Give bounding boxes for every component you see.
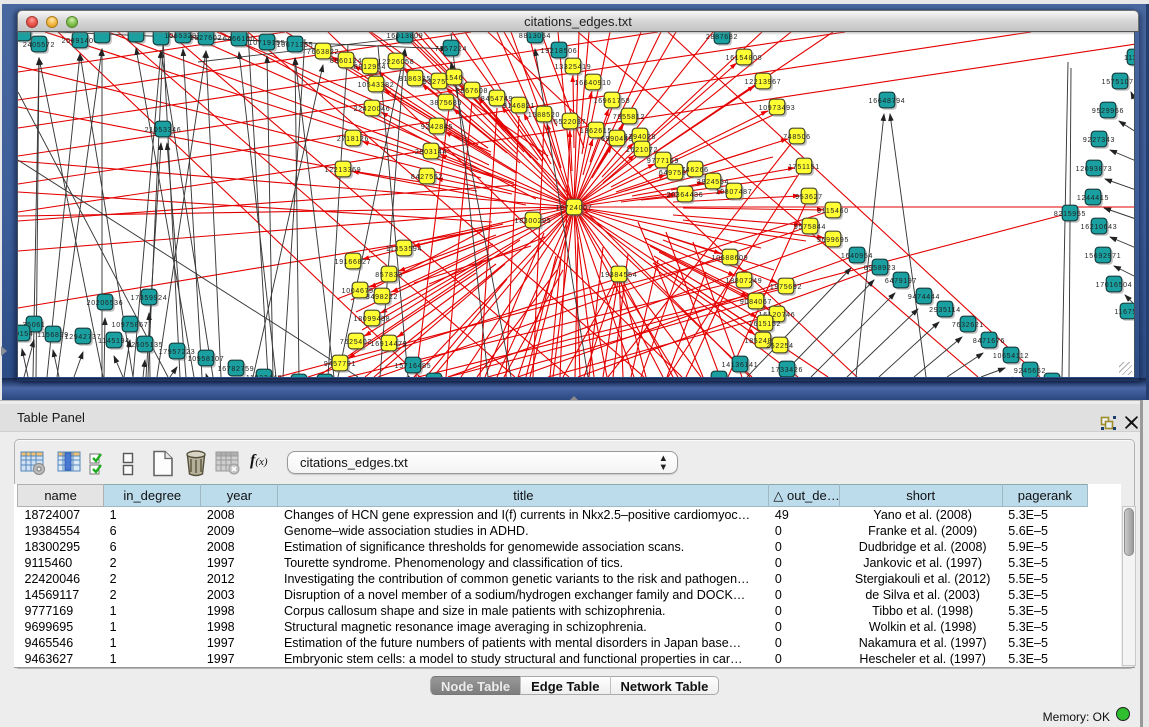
svg-text:7857224: 7857224 <box>435 46 467 53</box>
svg-text:8427552: 8427552 <box>411 174 443 181</box>
svg-text:252254: 252254 <box>766 343 794 350</box>
svg-text:16782759: 16782759 <box>218 366 255 373</box>
svg-text:116753: 116753 <box>1114 309 1135 316</box>
svg-text:19166827: 19166827 <box>335 259 372 266</box>
svg-text:7663822: 7663822 <box>307 49 339 56</box>
svg-text:2935114: 2935114 <box>929 307 961 314</box>
svg-text:8215955: 8215955 <box>1054 211 1086 218</box>
svg-text:12942737: 12942737 <box>65 334 102 341</box>
svg-text:9146821: 9146821 <box>503 103 535 110</box>
svg-text:1621072: 1621072 <box>626 147 658 154</box>
svg-text:748506: 748506 <box>783 134 811 141</box>
svg-text:16640910: 16640910 <box>575 80 612 87</box>
svg-text:1733426: 1733426 <box>771 367 803 374</box>
svg-text:9699695: 9699695 <box>817 237 849 244</box>
svg-text:11353594: 11353594 <box>386 246 422 253</box>
svg-text:12226058: 12226058 <box>378 59 415 66</box>
svg-text:15716485: 15716485 <box>395 363 432 370</box>
svg-text:5522037: 5522037 <box>554 119 586 126</box>
svg-text:1975692: 1975692 <box>770 284 802 291</box>
svg-text:17016504: 17016504 <box>1096 282 1133 289</box>
svg-text:1546: 1546 <box>445 75 463 82</box>
svg-text:3498222: 3498222 <box>366 294 398 301</box>
svg-text:16648794: 16648794 <box>869 98 906 105</box>
svg-text:22420046: 22420046 <box>354 106 391 113</box>
svg-text:10975867: 10975867 <box>112 322 149 329</box>
svg-text:12213369: 12213369 <box>325 167 362 174</box>
svg-text:15692971: 15692971 <box>1085 253 1122 260</box>
svg-text:746266: 746266 <box>681 167 709 174</box>
svg-text:17359924: 17359924 <box>131 295 168 302</box>
svg-text:9529966: 9529966 <box>1092 108 1124 115</box>
svg-text:19384554: 19384554 <box>601 272 638 279</box>
svg-text:15751074: 15751074 <box>1102 79 1135 86</box>
svg-text:18099488: 18099488 <box>354 316 391 323</box>
svg-text:9245652: 9245652 <box>1014 368 1046 375</box>
svg-text:9575844: 9575844 <box>794 224 826 231</box>
svg-text:953627: 953627 <box>795 194 823 201</box>
svg-text:18724007: 18724007 <box>556 205 593 212</box>
svg-text:8454749: 8454749 <box>481 96 513 103</box>
svg-text:10973493: 10973493 <box>759 105 796 112</box>
svg-text:10688609: 10688609 <box>712 255 749 262</box>
svg-text:2718126: 2718126 <box>337 136 369 143</box>
svg-text:16210643: 16210643 <box>1081 224 1118 231</box>
svg-text:3824554: 3824554 <box>697 179 729 186</box>
svg-text:11123: 11123 <box>1124 55 1135 62</box>
svg-text:10671355: 10671355 <box>277 42 314 49</box>
svg-text:1244415: 1244415 <box>1077 195 1109 202</box>
svg-text:10543382: 10543382 <box>358 82 395 89</box>
svg-text:12213967: 12213967 <box>745 79 782 86</box>
svg-text:11923448: 11923448 <box>246 375 282 377</box>
svg-text:8813054: 8813054 <box>519 33 551 40</box>
svg-text:2887682: 2887682 <box>706 34 738 41</box>
svg-text:10807487: 10807487 <box>716 189 753 196</box>
svg-text:7625402: 7625402 <box>340 339 372 346</box>
svg-text:10958107: 10958107 <box>188 356 225 363</box>
svg-text:1362615: 1362615 <box>580 128 612 135</box>
svg-text:16914479: 16914479 <box>371 341 408 348</box>
svg-text:18300295: 18300295 <box>515 218 552 225</box>
svg-text:1640954: 1640954 <box>841 253 873 260</box>
svg-text:9115460: 9115460 <box>817 208 849 215</box>
svg-text:16154808: 16154808 <box>726 55 763 62</box>
svg-text:20364436: 20364436 <box>667 192 704 199</box>
svg-text:6479197: 6479197 <box>885 278 917 285</box>
svg-text:13325419: 13325419 <box>555 64 592 71</box>
svg-text:12505135: 12505135 <box>127 342 164 349</box>
svg-text:9084067: 9084067 <box>740 299 772 306</box>
svg-text:20206536: 20206536 <box>87 300 124 307</box>
svg-text:9227343: 9227343 <box>1083 137 1115 144</box>
svg-text:16013809: 16013809 <box>387 33 424 40</box>
svg-text:7955812: 7955812 <box>613 114 645 121</box>
svg-text:8471676: 8471676 <box>973 338 1005 345</box>
svg-text:2803144: 2803144 <box>415 149 447 156</box>
svg-text:3875685: 3875685 <box>430 100 462 107</box>
svg-text:1527602: 1527602 <box>190 35 222 42</box>
svg-text:1615152: 1615152 <box>749 321 781 328</box>
svg-text:2867608: 2867608 <box>456 88 488 95</box>
svg-text:1588520: 1588520 <box>528 112 560 119</box>
svg-text:39154: 39154 <box>18 331 33 338</box>
svg-text:9457791: 9457791 <box>324 361 356 368</box>
svg-text:7632621: 7632621 <box>952 322 984 329</box>
svg-text:9242845: 9242845 <box>421 124 453 131</box>
svg-text:10654112: 10654112 <box>993 353 1029 360</box>
svg-text:14136141: 14136141 <box>722 362 759 369</box>
svg-text:1145194: 1145194 <box>98 338 130 345</box>
svg-text:2405572: 2405572 <box>23 42 55 49</box>
svg-text:857833: 857833 <box>375 272 403 279</box>
svg-text:9474444: 9474444 <box>908 294 940 301</box>
svg-text:6794028: 6794028 <box>624 134 656 141</box>
svg-text:12093873: 12093873 <box>1076 166 1113 173</box>
svg-text:1751151: 1751151 <box>788 164 820 171</box>
svg-text:20891406: 20891406 <box>62 38 99 45</box>
svg-text:16961758: 16961758 <box>594 98 631 105</box>
svg-text:19218506: 19218506 <box>541 48 578 55</box>
svg-text:18807249: 18807249 <box>726 278 763 285</box>
svg-text:21053346: 21053346 <box>145 127 182 134</box>
svg-text:17957223: 17957223 <box>159 349 196 356</box>
svg-text:8958923: 8958923 <box>864 265 896 272</box>
